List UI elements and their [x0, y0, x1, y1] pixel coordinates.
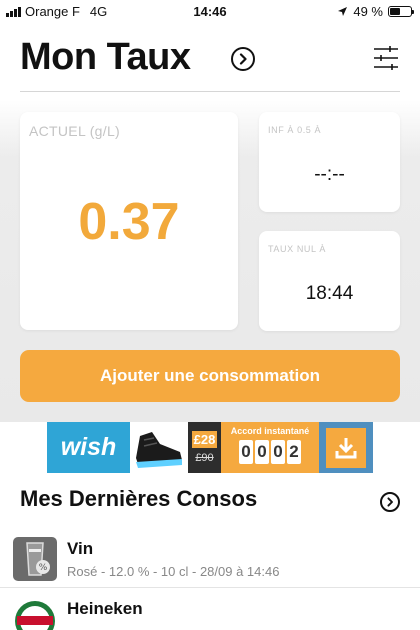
- ad-countdown: Accord instantané 0 0 0 2: [221, 422, 319, 473]
- settings-sliders-icon[interactable]: [372, 44, 400, 72]
- zero-rate-time: 18:44: [305, 283, 354, 304]
- below-limit-label: INF À 0.5 À: [268, 125, 322, 135]
- list-item[interactable]: Heineken: [0, 590, 420, 630]
- battery-icon: [388, 6, 414, 17]
- add-drink-button[interactable]: Ajouter une consommation: [20, 350, 400, 402]
- sneaker-icon: [136, 432, 182, 468]
- zero-rate-card: TAUX NUL À 18:44: [259, 231, 400, 331]
- page-title: Mon Taux: [20, 36, 191, 78]
- ad-countdown-title: Accord instantané: [230, 426, 310, 436]
- title-chevron-button[interactable]: [231, 47, 255, 71]
- zero-rate-label: TAUX NUL À: [268, 244, 327, 254]
- ad-banner[interactable]: wish £28 £90 Accord instantané 0 0 0 2: [47, 422, 373, 473]
- below-limit-time: --:--: [314, 164, 345, 185]
- current-rate-card: ACTUEL (g/L) 0.37: [20, 112, 238, 330]
- below-limit-card: INF À 0.5 À --:--: [259, 112, 400, 212]
- countdown-digit: 0: [271, 440, 285, 464]
- list-item[interactable]: % Vin Rosé - 12.0 % - 10 cl - 28/09 à 14…: [0, 530, 420, 588]
- status-bar: Orange F 4G 14:46 49 %: [0, 0, 420, 22]
- heineken-logo-icon: [13, 597, 57, 630]
- wine-glass-icon: %: [13, 537, 57, 581]
- location-arrow-icon: [338, 7, 348, 16]
- ad-new-price: £28: [191, 431, 218, 448]
- header: Mon Taux: [20, 30, 400, 92]
- countdown-digit: 2: [287, 440, 301, 464]
- current-rate-value: 0.37: [78, 193, 180, 251]
- chevron-right-icon: [239, 53, 247, 65]
- last-drinks-chevron-button[interactable]: [380, 492, 400, 512]
- drink-details: Rosé - 12.0 % - 10 cl - 28/09 à 14:46: [67, 564, 280, 579]
- svg-text:%: %: [39, 563, 48, 573]
- ad-old-price: £90: [195, 452, 214, 464]
- countdown-digit: 0: [239, 440, 253, 464]
- battery-level: [390, 8, 400, 15]
- current-rate-label: ACTUEL (g/L): [29, 123, 120, 139]
- ad-brand-logo: wish: [47, 422, 130, 473]
- last-drinks-title: Mes Dernières Consos: [20, 486, 258, 511]
- drink-name: Heineken: [67, 599, 143, 618]
- chevron-right-icon: [387, 497, 393, 507]
- countdown-digit: 0: [255, 440, 269, 464]
- ad-price: £28 £90: [188, 422, 221, 473]
- download-icon: [335, 437, 357, 458]
- ad-download-button[interactable]: [319, 422, 373, 473]
- drink-name: Vin: [67, 539, 94, 558]
- rate-panel: ACTUEL (g/L) 0.37 INF À 0.5 À --:-- TAUX…: [0, 100, 420, 422]
- ad-product-image: [130, 422, 188, 473]
- battery-percent: 49 %: [353, 4, 383, 19]
